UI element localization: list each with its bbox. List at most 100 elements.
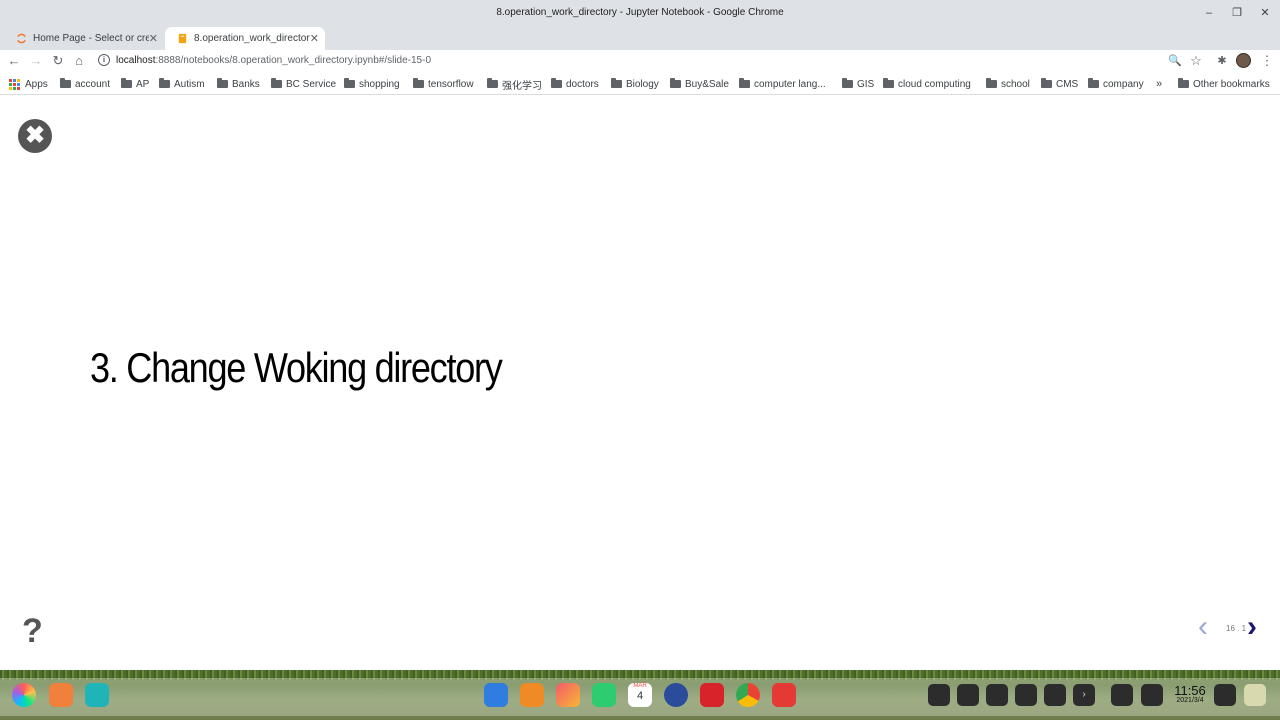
folder-icon [551,78,562,88]
bookmark-label: computer lang... [754,78,826,90]
profile-avatar[interactable] [1236,53,1251,68]
bookmark-label: company [1103,78,1144,90]
slide-heading: 3. Change Woking directory [90,344,503,391]
bookmark-folder[interactable]: shopping [344,77,400,91]
display-icon[interactable] [1111,684,1133,706]
bookmark-star-icon[interactable]: ☆ [1188,53,1204,69]
files-icon[interactable] [85,683,109,707]
bookmark-folder[interactable]: Biology [611,77,659,91]
keyboard-icon[interactable] [957,684,979,706]
settings-icon[interactable] [664,683,688,707]
chrome-menu-icon[interactable]: ⋮ [1259,53,1275,69]
reload-icon[interactable]: ↻ [50,53,66,69]
music-icon[interactable] [592,683,616,707]
bookmark-apps[interactable]: Apps [9,77,48,91]
terminal-icon[interactable] [700,683,724,707]
clock-time: 11:56 [1174,683,1206,698]
bookmark-label: GIS [857,78,875,90]
folder-icon [121,78,132,88]
bookmark-folder[interactable]: GIS [842,77,874,91]
multitask-icon[interactable] [49,683,73,707]
close-slideshow-icon[interactable]: ✖ [18,119,52,153]
clock-date: 2021/3/4 [1176,697,1204,704]
power-icon[interactable] [1141,684,1163,706]
folder-icon [842,78,853,88]
folder-icon [986,78,997,88]
folder-icon [1178,78,1189,88]
home-icon[interactable]: ⌂ [71,53,87,69]
calendar-icon[interactable]: MAR 4 [628,683,652,707]
bookmark-label: doctors [566,78,599,90]
bookmark-folder[interactable]: company [1088,77,1144,91]
folder-icon [883,78,894,88]
forward-icon[interactable]: → [28,53,44,69]
volume-icon[interactable] [986,684,1008,706]
notification-icon[interactable] [1214,684,1236,706]
folder-icon [413,78,424,88]
bookmark-folder[interactable]: Autism [159,77,205,91]
bookmark-folder[interactable]: computer lang... [739,77,826,91]
bookmark-folder[interactable]: Buy&Sale [670,77,729,91]
folder-icon [1088,78,1099,88]
back-icon[interactable]: ← [6,53,22,69]
tray-app-icon[interactable] [928,684,950,706]
previous-slide-icon[interactable]: ‹ [1198,610,1208,644]
tab-notebook[interactable]: 8.operation_work_directory ✕ [165,27,325,50]
system-clock[interactable]: 11:56 2021/3/4 [1170,684,1210,704]
folder-icon [670,78,681,88]
box-icon[interactable] [520,683,544,707]
bookmark-folder[interactable]: tensorflow [413,77,474,91]
bookmark-label: AP [136,78,150,90]
bluetooth-icon[interactable] [1044,684,1066,706]
close-window-button[interactable]: ✕ [1254,4,1276,22]
bookmark-folder[interactable]: CMS [1041,77,1078,91]
calendar-day: 4 [636,690,644,702]
bookmark-folder-other[interactable]: Other bookmarks [1178,77,1270,91]
bookmark-folder[interactable]: 强化学习 [487,77,542,92]
record-icon[interactable] [772,683,796,707]
url-text[interactable]: localhost:8888/notebooks/8.operation_wor… [116,55,431,66]
bookmark-label: Biology [626,78,659,90]
site-info-icon[interactable]: i [98,54,110,66]
bookmark-label: Autism [174,78,205,90]
tab-home-page[interactable]: Home Page - Select or create ✕ [4,27,164,50]
apps-grid-icon [9,78,20,90]
jupyter-icon [17,33,26,44]
tab-close-icon[interactable]: ✕ [149,32,158,45]
bookmark-label: Banks [232,78,260,90]
bookmark-folder[interactable]: doctors [551,77,599,91]
bookmark-label: Other bookmarks [1193,78,1270,90]
extensions-icon[interactable]: ✱ [1214,53,1230,69]
wifi-icon[interactable] [1015,684,1037,706]
restore-button[interactable]: ❐ [1226,4,1248,22]
folder-icon [217,78,228,88]
launcher-icon[interactable] [12,683,36,707]
bookmark-label: CMS [1056,78,1079,90]
next-slide-icon[interactable]: › [1247,610,1257,644]
tray-expand-icon[interactable]: › [1073,684,1095,706]
bookmark-folder[interactable]: AP [121,77,149,91]
slide-number: 16 . 1 [1226,624,1247,633]
bookmark-folder[interactable]: Banks [217,77,260,91]
folder-icon [60,78,71,88]
bookmark-label: 强化学习 [502,80,542,92]
slide-viewport: ✖ 3. Change Woking directory ? ‹ 16 . 1 … [0,96,1280,670]
bookmark-folder[interactable]: account [60,77,110,91]
tab-close-icon[interactable]: ✕ [310,32,319,45]
folder-icon [1041,78,1052,88]
bookmarks-overflow-button[interactable]: » [1156,77,1162,91]
bookmark-folder[interactable]: BC Service [271,77,336,91]
chrome-icon[interactable] [736,683,760,707]
bookmarks-bar: Apps account AP Autism Banks BC Service … [0,72,1280,95]
trash-icon[interactable] [1244,684,1266,706]
zoom-icon[interactable]: 🔍 [1167,53,1183,69]
app-store-icon[interactable] [484,683,508,707]
bookmark-folder[interactable]: school [986,77,1030,91]
folder-icon [487,78,498,88]
help-icon[interactable]: ? [22,612,43,651]
bookmark-folder[interactable]: cloud computing [883,77,971,91]
minimize-button[interactable]: – [1198,4,1220,22]
photos-icon[interactable] [556,683,580,707]
bookmark-label: BC Service [286,78,337,90]
address-bar[interactable]: i localhost:8888/notebooks/8.operation_w… [94,51,1210,71]
